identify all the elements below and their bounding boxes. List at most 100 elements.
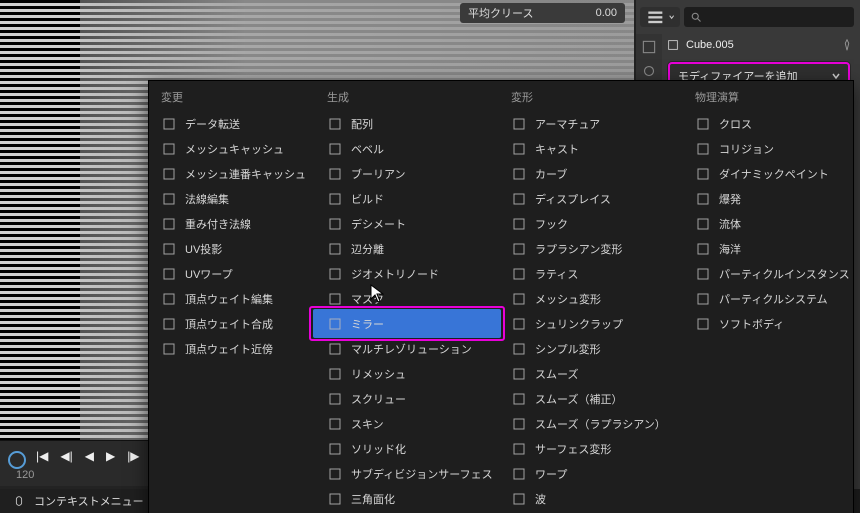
menu-item-label: メッシュ変形 (535, 291, 601, 307)
menu-item[interactable]: UVワープ (149, 261, 315, 286)
menu-item[interactable]: 法線編集 (149, 186, 315, 211)
menu-item-label: スムーズ (535, 366, 578, 382)
wrench-icon[interactable] (640, 62, 658, 80)
menu-item[interactable]: 海洋 (683, 236, 853, 261)
menu-item[interactable]: シュリンクラップ (499, 311, 683, 336)
mean-crease-field[interactable]: 平均クリース 0.00 (460, 3, 625, 23)
menu-item[interactable]: カーブ (499, 161, 683, 186)
menu-col-modify: 変更 データ転送メッシュキャッシュメッシュ連番キャッシュ法線編集重み付き法線UV… (149, 81, 315, 513)
menu-item[interactable]: サブディビジョンサーフェス (315, 461, 499, 486)
menu-item-label: シンプル変形 (535, 341, 601, 357)
menu-item[interactable]: アーマチュア (499, 111, 683, 136)
modifier-icon (327, 266, 343, 282)
menu-item[interactable]: ワープ (499, 461, 683, 486)
panel-options-dropdown[interactable] (640, 7, 680, 27)
menu-header-physics: 物理演算 (683, 81, 853, 111)
menu-item[interactable]: 流体 (683, 211, 853, 236)
menu-item[interactable]: 頂点ウェイト近傍 (149, 336, 315, 361)
menu-item[interactable]: メッシュ変形 (499, 286, 683, 311)
tool-icon[interactable] (640, 38, 658, 56)
mean-crease-label: 平均クリース (468, 5, 533, 21)
modifier-icon (327, 466, 343, 482)
menu-item-label: ベベル (351, 141, 384, 157)
modifier-icon (161, 166, 177, 182)
menu-item[interactable]: ダイナミックペイント (683, 161, 853, 186)
menu-item[interactable]: 三角面化 (315, 486, 499, 511)
modifier-icon (695, 166, 711, 182)
modifier-icon (327, 416, 343, 432)
modifier-icon (695, 291, 711, 307)
menu-item-label: デシメート (351, 216, 406, 232)
modifier-icon (327, 491, 343, 507)
menu-item[interactable]: データ転送 (149, 111, 315, 136)
menu-item[interactable]: 配列 (315, 111, 499, 136)
modifier-icon (327, 341, 343, 357)
menu-item[interactable]: スクリュー (315, 386, 499, 411)
modifier-icon (511, 116, 527, 132)
menu-item[interactable]: パーティクルシステム (683, 286, 853, 311)
menu-item[interactable]: サーフェス変形 (499, 436, 683, 461)
keyframe-next-button[interactable]: |▶ (127, 449, 139, 463)
modifier-icon (327, 441, 343, 457)
menu-item[interactable]: 辺分離 (315, 236, 499, 261)
menu-item[interactable]: ラプラシアン変形 (499, 236, 683, 261)
sliders-icon (646, 8, 665, 27)
menu-item[interactable]: ブーリアン (315, 161, 499, 186)
menu-item[interactable]: コリジョン (683, 136, 853, 161)
menu-item[interactable]: ラティス (499, 261, 683, 286)
modifier-icon (511, 291, 527, 307)
menu-item-label: 辺分離 (351, 241, 384, 257)
modifier-icon (511, 391, 527, 407)
play-button[interactable]: ▶ (106, 449, 115, 463)
jump-start-button[interactable]: |◀ (36, 449, 48, 463)
record-icon[interactable] (8, 451, 26, 469)
menu-item[interactable]: スキン (315, 411, 499, 436)
menu-item[interactable]: フック (499, 211, 683, 236)
menu-item[interactable]: デシメート (315, 211, 499, 236)
menu-header-generate: 生成 (315, 81, 499, 111)
menu-item[interactable]: ベベル (315, 136, 499, 161)
modifier-icon (161, 341, 177, 357)
modifier-icon (161, 316, 177, 332)
menu-item[interactable]: ジオメトリノード (315, 261, 499, 286)
menu-item[interactable]: マルチレゾリューション (315, 336, 499, 361)
keyframe-prev-button[interactable]: ◀| (60, 449, 72, 463)
modifier-icon (695, 116, 711, 132)
menu-item[interactable]: シンプル変形 (499, 336, 683, 361)
menu-item[interactable]: ディスプレイス (499, 186, 683, 211)
menu-item-label: キャスト (535, 141, 579, 157)
menu-item[interactable]: 頂点ウェイト合成 (149, 311, 315, 336)
menu-item[interactable]: 頂点ウェイト編集 (149, 286, 315, 311)
modifier-icon (327, 216, 343, 232)
search-input[interactable] (684, 7, 854, 27)
menu-item[interactable]: キャスト (499, 136, 683, 161)
menu-item-label: サブディビジョンサーフェス (351, 466, 493, 482)
menu-item[interactable]: 重み付き法線 (149, 211, 315, 236)
menu-item[interactable]: スムーズ (499, 361, 683, 386)
menu-item-label: スクリュー (351, 391, 406, 407)
menu-item[interactable]: 爆発 (683, 186, 853, 211)
menu-item[interactable]: リメッシュ (315, 361, 499, 386)
menu-item[interactable]: スムーズ（ラプラシアン） (499, 411, 683, 436)
menu-item[interactable]: UV投影 (149, 236, 315, 261)
menu-item[interactable]: ソリッド化 (315, 436, 499, 461)
modifier-icon (695, 316, 711, 332)
menu-item[interactable]: クロス (683, 111, 853, 136)
menu-item[interactable]: ソフトボディ (683, 311, 853, 336)
modifier-icon (511, 491, 527, 507)
tick-label: 120 (16, 469, 34, 483)
menu-item-label: ワープ (535, 466, 567, 482)
menu-item[interactable]: マスク (315, 286, 499, 311)
play-reverse-button[interactable]: ◀ (85, 449, 94, 463)
menu-item[interactable]: ミラー (315, 311, 499, 336)
menu-item[interactable]: ビルド (315, 186, 499, 211)
menu-item[interactable]: スムーズ（補正） (499, 386, 683, 411)
menu-item[interactable]: パーティクルインスタンス (683, 261, 853, 286)
menu-item[interactable]: 波 (499, 486, 683, 511)
menu-item-label: ダイナミックペイント (719, 166, 829, 182)
pin-icon[interactable] (840, 38, 854, 52)
chevron-down-icon (669, 13, 674, 21)
menu-item-label: パーティクルシステム (719, 291, 828, 307)
menu-item[interactable]: メッシュ連番キャッシュ (149, 161, 315, 186)
menu-item[interactable]: メッシュキャッシュ (149, 136, 315, 161)
